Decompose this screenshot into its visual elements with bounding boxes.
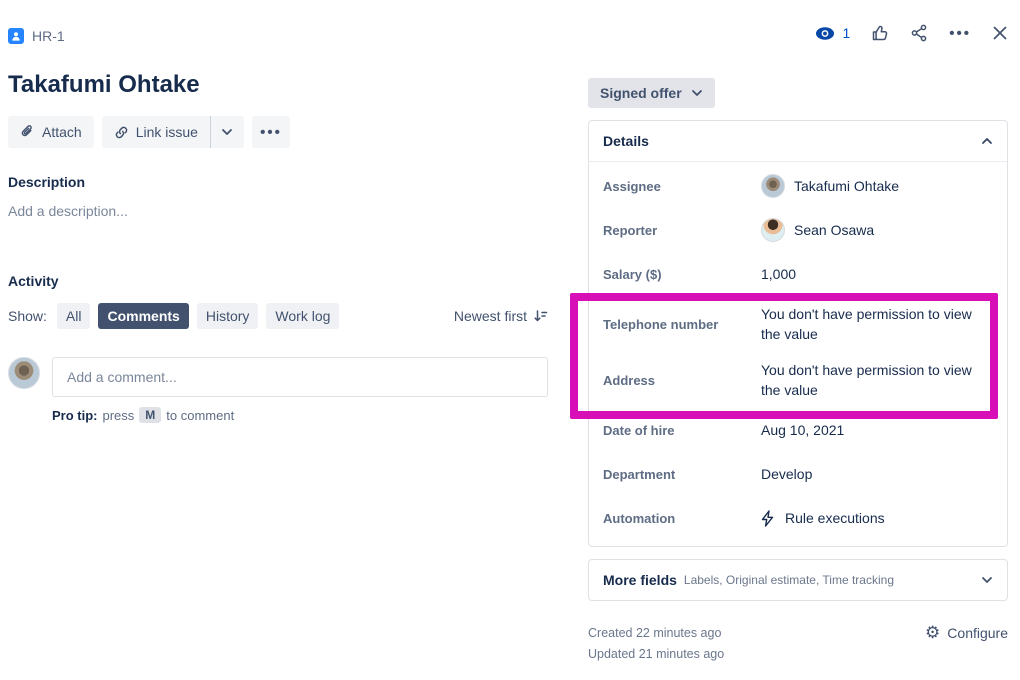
field-row-reporter: Reporter Sean Osawa xyxy=(603,208,993,252)
activity-filters: All Comments History Work log xyxy=(57,303,339,329)
details-title: Details xyxy=(603,133,649,149)
pro-tip-prefix: Pro tip: xyxy=(52,408,98,423)
activity-heading: Activity xyxy=(8,273,548,289)
field-label-address: Address xyxy=(603,373,761,388)
pro-tip: Pro tip: press M to comment xyxy=(52,407,548,423)
sort-order-label: Newest first xyxy=(454,308,527,324)
status-label: Signed offer xyxy=(600,85,682,101)
assignee-avatar xyxy=(761,174,785,198)
configure-button[interactable]: ⚙ Configure xyxy=(925,625,1008,641)
reporter-avatar xyxy=(761,218,785,242)
pro-tip-suffix: to comment xyxy=(166,408,234,423)
filter-history[interactable]: History xyxy=(197,303,259,329)
comment-input[interactable]: Add a comment... xyxy=(52,357,548,397)
details-panel: Details Assignee Takafumi Ohtake Reporte… xyxy=(588,120,1008,547)
add-comment-row: Add a comment... xyxy=(8,357,548,397)
details-panel-header[interactable]: Details xyxy=(589,121,1007,162)
more-fields-title: More fields xyxy=(603,572,677,588)
link-issue-button[interactable]: Link issue xyxy=(102,116,210,148)
assignee-value[interactable]: Takafumi Ohtake xyxy=(761,174,993,198)
gear-icon: ⚙ xyxy=(925,625,940,641)
filter-all[interactable]: All xyxy=(57,303,91,329)
attach-button[interactable]: Attach xyxy=(8,116,94,148)
chevron-down-icon xyxy=(691,89,703,97)
reporter-value[interactable]: Sean Osawa xyxy=(761,218,993,242)
filter-worklog[interactable]: Work log xyxy=(266,303,339,329)
date-of-hire-value[interactable]: Aug 10, 2021 xyxy=(761,420,993,440)
issue-title[interactable]: Takafumi Ohtake xyxy=(8,70,548,100)
paperclip-icon xyxy=(20,124,35,140)
issue-toolbar: Attach Link issue ••• xyxy=(8,116,548,148)
link-issue-dropdown-button[interactable] xyxy=(210,116,244,148)
more-fields-panel[interactable]: More fields Labels, Original estimate, T… xyxy=(588,559,1008,601)
rule-executions-label: Rule executions xyxy=(785,508,885,528)
person-icon xyxy=(11,31,21,41)
keyboard-key-m: M xyxy=(139,407,161,423)
filter-comments[interactable]: Comments xyxy=(98,303,188,329)
activity-filter-row: Show: All Comments History Work log Newe… xyxy=(8,303,548,329)
issue-key[interactable]: HR-1 xyxy=(32,28,65,44)
field-row-date-of-hire: Date of hire Aug 10, 2021 xyxy=(603,408,993,452)
chevron-down-icon xyxy=(221,128,233,136)
rule-executions-link[interactable]: Rule executions xyxy=(761,508,993,528)
address-value: You don't have permission to view the va… xyxy=(761,360,993,400)
lightning-bolt-icon xyxy=(761,510,774,527)
details-panel-body: Assignee Takafumi Ohtake Reporter Sean O… xyxy=(589,162,1007,546)
field-label-department: Department xyxy=(603,467,761,482)
reporter-name: Sean Osawa xyxy=(794,220,874,240)
field-row-assignee: Assignee Takafumi Ohtake xyxy=(603,164,993,208)
field-row-telephone: Telephone number You don't have permissi… xyxy=(603,296,993,352)
status-dropdown[interactable]: Signed offer xyxy=(588,78,715,108)
show-label: Show: xyxy=(8,308,47,324)
field-label-telephone: Telephone number xyxy=(603,317,761,332)
field-label-date-of-hire: Date of hire xyxy=(603,423,761,438)
field-label-reporter: Reporter xyxy=(603,223,761,238)
pro-tip-press: press xyxy=(103,408,135,423)
field-label-salary: Salary ($) xyxy=(603,267,761,282)
field-label-assignee: Assignee xyxy=(603,179,761,194)
updated-timestamp: Updated 21 minutes ago xyxy=(588,644,724,665)
ellipsis-icon: ••• xyxy=(260,124,282,141)
link-issue-label: Link issue xyxy=(136,124,198,140)
field-row-department: Department Develop xyxy=(603,452,993,496)
chevron-up-icon xyxy=(981,137,993,145)
field-label-automation: Automation xyxy=(603,511,761,526)
field-row-address: Address You don't have permission to vie… xyxy=(603,352,993,408)
assignee-name: Takafumi Ohtake xyxy=(794,176,899,196)
project-avatar-icon xyxy=(8,28,24,44)
timestamps: Created 22 minutes ago Updated 21 minute… xyxy=(588,623,724,665)
field-row-automation: Automation Rule executions xyxy=(603,496,993,540)
more-fields-subtitle: Labels, Original estimate, Time tracking xyxy=(684,573,981,587)
description-placeholder[interactable]: Add a description... xyxy=(8,203,548,219)
chevron-down-icon xyxy=(981,576,993,584)
jira-issue-view: HR-1 Takafumi Ohtake Attach Link issue xyxy=(0,0,1020,680)
link-issue-button-group: Link issue xyxy=(102,116,244,148)
current-user-avatar[interactable] xyxy=(8,357,40,389)
telephone-value: You don't have permission to view the va… xyxy=(761,304,993,344)
created-timestamp: Created 22 minutes ago xyxy=(588,623,724,644)
link-icon xyxy=(114,125,129,140)
sort-order-button[interactable]: Newest first xyxy=(454,308,548,324)
issue-meta-footer: Created 22 minutes ago Updated 21 minute… xyxy=(588,623,1008,665)
issue-main-column: HR-1 Takafumi Ohtake Attach Link issue xyxy=(8,0,548,423)
configure-label: Configure xyxy=(947,625,1008,641)
department-value[interactable]: Develop xyxy=(761,464,993,484)
issue-side-column: Signed offer Details Assignee Takafumi O… xyxy=(588,0,1008,665)
field-row-salary: Salary ($) 1,000 xyxy=(603,252,993,296)
attach-label: Attach xyxy=(42,124,82,140)
sort-descending-icon xyxy=(533,309,548,323)
salary-value[interactable]: 1,000 xyxy=(761,264,993,284)
description-heading: Description xyxy=(8,174,548,190)
issue-more-actions-button[interactable]: ••• xyxy=(252,116,290,148)
breadcrumb: HR-1 xyxy=(8,28,548,44)
